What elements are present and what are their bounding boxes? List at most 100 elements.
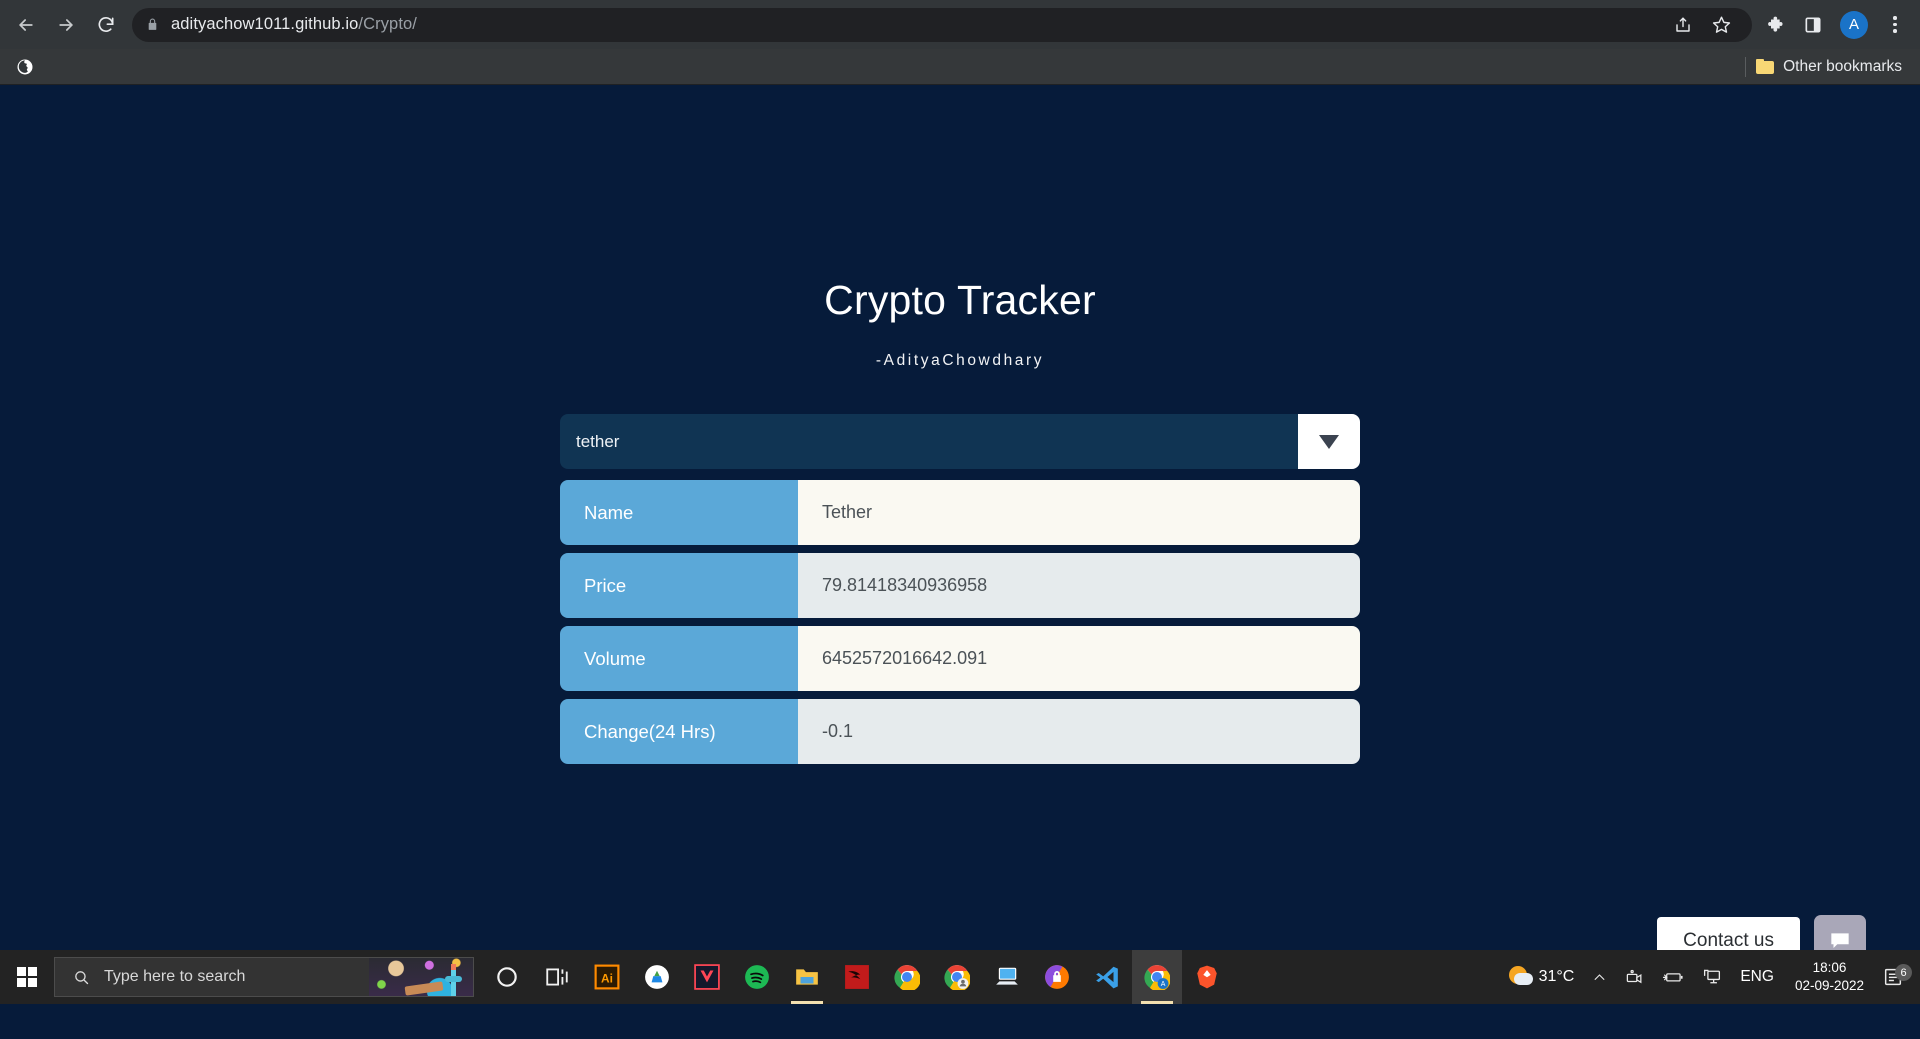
vscode-glyph [1096, 966, 1118, 989]
taskbar-valorant-icon[interactable] [682, 950, 732, 1004]
notification-badge: 6 [1895, 964, 1912, 981]
crypto-select-toggle[interactable] [1298, 414, 1360, 469]
taskbar-remote-desktop-icon[interactable] [982, 950, 1032, 1004]
search-glyph [75, 970, 89, 984]
bookmark-star-icon[interactable] [1704, 8, 1738, 42]
taskbar-spotify-icon[interactable] [732, 950, 782, 1004]
profile-avatar[interactable]: A [1840, 10, 1868, 39]
brave-glyph [1197, 965, 1217, 989]
kali-glyph [845, 965, 869, 989]
globe-icon[interactable] [12, 54, 38, 80]
taskbar-chrome-active-icon[interactable]: A [1132, 950, 1182, 1004]
page-title: Crypto Tracker [824, 277, 1096, 323]
folder-icon [1756, 59, 1775, 74]
avast-glyph [1045, 965, 1069, 989]
globe-glyph [17, 59, 33, 74]
page-viewport: Crypto Tracker -AdityaChowdhary tether N… [0, 85, 1920, 1004]
browser-chrome: adityachow1011.github.io/Crypto/ A Other… [0, 0, 1920, 85]
taskbar-cortana-icon[interactable] [482, 950, 532, 1004]
clock-time: 18:06 [1812, 959, 1847, 975]
valorant-glyph [694, 964, 720, 990]
taskbar-search-placeholder: Type here to search [104, 968, 246, 985]
row-value-name: Tether [798, 480, 1360, 545]
table-row: Volume 6452572016642.091 [560, 626, 1360, 691]
reload-icon [98, 16, 114, 32]
puzzle-icon[interactable] [1760, 8, 1794, 42]
star-glyph [1712, 16, 1730, 33]
taskbar-app-list: Ai A [482, 950, 1232, 1004]
windows-start-icon[interactable] [0, 950, 54, 1004]
url-domain: adityachow1011.github.io [171, 15, 359, 33]
battery-tray-button[interactable] [1653, 950, 1693, 1004]
crypto-card: tether Name Tether Price 79.814183409369… [560, 414, 1360, 764]
three-dots-menu-icon[interactable] [1878, 8, 1912, 42]
taskbar-file-explorer-icon[interactable] [782, 950, 832, 1004]
table-row: Price 79.81418340936958 [560, 553, 1360, 618]
taskbar-avast-icon[interactable] [1032, 950, 1082, 1004]
url-text: adityachow1011.github.io/Crypto/ [171, 15, 417, 34]
table-row: Name Tether [560, 480, 1360, 545]
taskbar-chrome-profile-icon[interactable] [932, 950, 982, 1004]
row-value-volume: 6452572016642.091 [798, 626, 1360, 691]
clock-date: 02-09-2022 [1794, 978, 1864, 993]
file-explorer-glyph [796, 969, 818, 985]
spotify-glyph [745, 965, 769, 989]
network-tray-button[interactable] [1693, 950, 1731, 1004]
battery-icon [1663, 973, 1683, 982]
chrome-profile-glyph [944, 965, 970, 990]
reload-button[interactable] [86, 5, 126, 45]
side-panel-glyph [1805, 17, 1821, 32]
forward-button[interactable] [46, 5, 86, 45]
notification-center-button[interactable]: 6 [1876, 964, 1916, 988]
taskbar-brave-icon[interactable] [1182, 950, 1232, 1004]
other-bookmarks-label: Other bookmarks [1783, 57, 1902, 75]
row-label-change: Change(24 Hrs) [560, 699, 798, 764]
temperature-label: 31°C [1538, 968, 1575, 985]
taskbar-vscode-icon[interactable] [1082, 950, 1132, 1004]
side-panel-icon[interactable] [1796, 8, 1830, 42]
other-bookmarks-button[interactable]: Other bookmarks [1756, 58, 1902, 76]
chevron-up-icon [1594, 973, 1605, 980]
chrome-active-glyph: A [1144, 965, 1170, 990]
row-value-price: 79.81418340936958 [798, 553, 1360, 618]
bookmarks-right: Other bookmarks [1745, 56, 1908, 77]
arrow-left-icon [19, 18, 33, 31]
language-indicator[interactable]: ENG [1731, 950, 1783, 1004]
camera-tray-button[interactable] [1616, 950, 1653, 1004]
tray-overflow-button[interactable] [1583, 950, 1616, 1004]
taskbar-task-view-icon[interactable] [532, 950, 582, 1004]
camera-icon [1627, 969, 1642, 983]
weather-widget[interactable]: 31°C [1500, 950, 1584, 1004]
task-view-glyph [546, 968, 568, 986]
windows-taskbar: Type here to search Ai A 31°C ENG 18:06 … [0, 950, 1920, 1004]
bookmarks-bar: Other bookmarks [0, 49, 1920, 85]
taskbar-kali-linux-icon[interactable] [832, 950, 882, 1004]
remote-desktop-glyph [996, 967, 1018, 985]
taskbar-search-input[interactable]: Type here to search [54, 957, 474, 997]
page-subtitle: -AdityaChowdhary [875, 352, 1045, 369]
arrow-right-icon [59, 18, 73, 31]
address-bar[interactable]: adityachow1011.github.io/Crypto/ [132, 7, 1752, 42]
search-icon [73, 969, 90, 986]
cortana-glyph [497, 967, 517, 987]
puzzle-glyph [1768, 16, 1783, 32]
weather-icon [1508, 964, 1535, 990]
taskbar-whatsapp-icon[interactable] [632, 950, 682, 1004]
taskbar-adobe-illustrator-icon[interactable]: Ai [582, 950, 632, 1004]
back-button[interactable] [6, 5, 46, 45]
lock-glyph [148, 18, 157, 30]
three-dots-glyph [1893, 16, 1897, 33]
clock-widget[interactable]: 18:06 02-09-2022 [1783, 959, 1876, 995]
crypto-select-value[interactable]: tether [560, 414, 1298, 469]
row-label-price: Price [560, 553, 798, 618]
row-value-change: -0.1 [798, 699, 1360, 764]
windows-logo-glyph [17, 967, 37, 987]
table-row: Change(24 Hrs) -0.1 [560, 699, 1360, 764]
whatsapp-glyph [645, 965, 669, 989]
share-icon[interactable] [1666, 8, 1700, 42]
taskbar-chrome-icon[interactable] [882, 950, 932, 1004]
search-decoration-image [369, 958, 473, 996]
crypto-select[interactable]: tether [560, 414, 1360, 469]
browser-toolbar: adityachow1011.github.io/Crypto/ A [0, 0, 1920, 49]
svg-text:Ai: Ai [601, 971, 613, 985]
